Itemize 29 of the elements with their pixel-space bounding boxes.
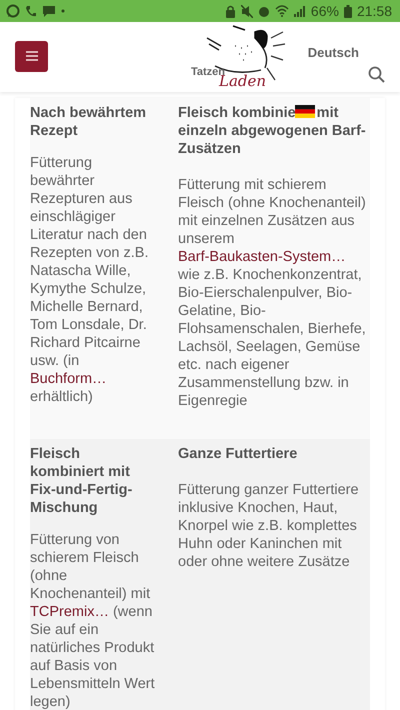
cell-heading: mit [316, 104, 338, 122]
cell-heading: Ganze Futtertiere [178, 445, 298, 463]
mute-icon [240, 4, 253, 18]
cell-text: Fütterung bewährter Rezepturen aus einschlägiger Literatur nach den Rezepten von z.B. Natascha Wille, Kymythe Schulze, Michelle Bernard, Tom Lonsdale, Dr. Richard Pitcairne usw. (in Buchform… erhältlich) [30, 154, 150, 406]
text-link[interactable]: Buchform… [30, 371, 107, 387]
clock-time: 21:58 [356, 3, 392, 19]
text-link[interactable]: TCPremix… [30, 604, 109, 620]
lock-icon [224, 4, 236, 18]
menu-icon [26, 51, 38, 61]
cell-text: Fütterung ganzer Futtertiere inklusive Knochen, Haut, Knorpel wie z.B. komplettes Huhn oder Kaninchen mit oder ohne weitere Zusätze [178, 481, 360, 571]
text-link[interactable]: Barf-Baukasten-System… [178, 249, 346, 265]
menu-button[interactable] [15, 40, 48, 72]
signal-icon [294, 5, 306, 17]
search-icon[interactable] [368, 66, 385, 83]
language-link[interactable]: Deutsch [308, 45, 359, 60]
wifi-icon [274, 5, 289, 17]
battery-percent: 66% [310, 3, 339, 19]
german-flag-icon[interactable] [294, 105, 315, 118]
phone-icon [25, 4, 37, 18]
chat-icon [6, 4, 20, 18]
battery-icon [344, 4, 352, 18]
dot-icon [61, 9, 65, 13]
cell-text: Fütterung mit schierem Fleisch (ohne Knochenanteil) mit einzelnen Zusätzen aus unserem Barf-Baukasten-System… wie z.B. Knochenkonzentrat, Bio-Eierschalenpulver, Bio-Gelatine, Bio-Flohsamenschalen, Bierhefe, Lachsöl, Seelagen, Gemüse etc. nach eigener Zusammenstellung bzw. in Eigenregie [178, 176, 367, 410]
cell-heading: einzeln abgewogenen Barf-Zusätzen [178, 122, 367, 158]
cell-heading: Nach bewährtem Rezept [30, 104, 148, 140]
message-icon [42, 4, 56, 18]
cell-heading: Fleisch kombiniert mit Fix-und-Fertig-Mischung [30, 445, 134, 517]
cell-heading: Fleisch kombinie [178, 104, 296, 122]
cell-text: Fütterung von schierem Fleisch (ohne Knochenanteil) mit TCPremix… (wenn Sie auf ein natürliches Produkt auf Basis von Lebensmitteln Wert legen) [30, 531, 156, 710]
